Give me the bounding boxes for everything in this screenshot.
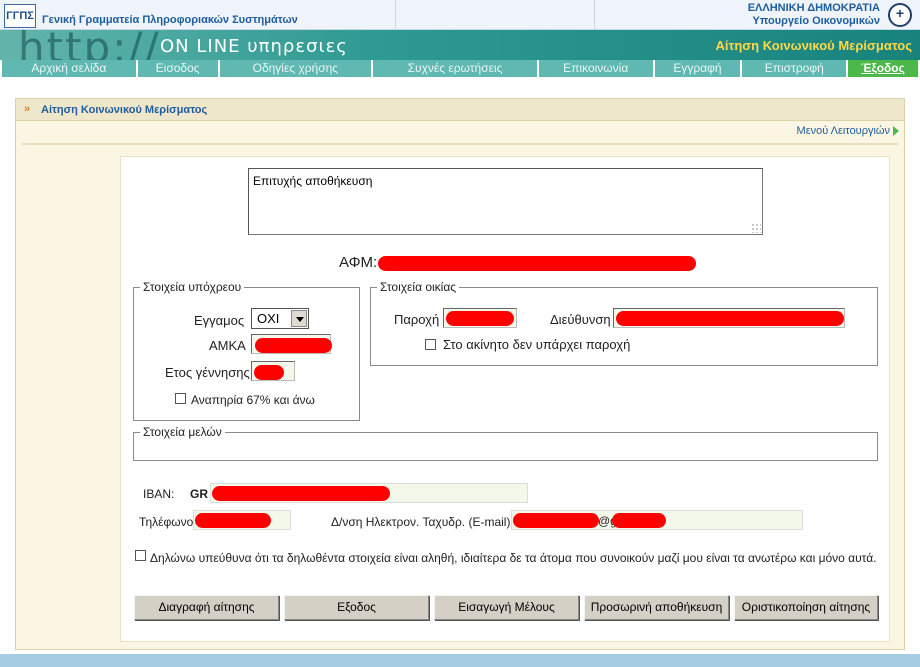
nav-login[interactable]: Εισοδος [137, 60, 218, 77]
no-supply-checkbox[interactable] [425, 339, 436, 350]
exit-button[interactable]: Εξοδος [284, 595, 429, 620]
play-arrow-icon[interactable] [893, 126, 899, 136]
disability-label: Αναπηρία 67% και άνω [191, 393, 315, 407]
nav-logout[interactable]: Έξοδος [848, 60, 918, 77]
delete-application-button[interactable]: Διαγραφή αίτησης [134, 595, 279, 620]
redacted-phone [195, 513, 271, 528]
nav-contact[interactable]: Επικοινωνία [538, 60, 653, 77]
obligor-legend: Στοιχεία υπόχρεου [143, 280, 242, 294]
redacted-birth-year [254, 365, 284, 380]
iban-prefix: GR [190, 487, 208, 501]
birth-year-label: Ετος γέννησης [165, 365, 250, 380]
banner: http:// ON LINE υπηρεσιες Αίτηση Κοινωνι… [0, 30, 920, 60]
banner-http-text: http:// [18, 30, 161, 60]
members-fieldset: Στοιχεία μελών [133, 425, 878, 461]
married-label: Εγγαμος [194, 313, 245, 328]
banner-page-title: Αίτηση Κοινωνικού Μερίσματος [715, 38, 912, 53]
finalize-application-button[interactable]: Οριστικοποίηση αίτησης [734, 595, 878, 620]
header-divider [395, 0, 396, 30]
redacted-email-domain [612, 513, 666, 528]
afm-label: ΑΦΜ: [339, 254, 378, 271]
panel-divider [22, 143, 898, 145]
temporary-save-button[interactable]: Προσωρινή αποθήκευση [584, 595, 729, 620]
no-supply-label: Στο ακίνητο δεν υπάρχει παροχή [443, 337, 631, 352]
disability-checkbox[interactable] [175, 393, 186, 404]
top-header: ΓΓΠΣ Γενική Γραμματεία Πληροφοριακών Συσ… [0, 0, 920, 30]
redacted-amka [255, 338, 332, 353]
members-legend: Στοιχεία μελών [143, 425, 222, 439]
footer-strip [0, 654, 920, 667]
ministry-label: Υπουργείο Οικονομικών [752, 15, 880, 27]
amka-label: ΑΜΚΑ [209, 338, 246, 353]
org-name: Γενική Γραμματεία Πληροφοριακών Συστημάτ… [42, 14, 298, 26]
nav-back[interactable]: Επιστροφή [742, 60, 847, 77]
redacted-email-user [513, 513, 599, 528]
gsis-logo[interactable]: ΓΓΠΣ [4, 4, 36, 28]
nav-register[interactable]: Εγγραφή [654, 60, 741, 77]
married-select[interactable]: ΟΧΙ [251, 308, 309, 329]
add-member-button[interactable]: Εισαγωγή Μέλους [434, 595, 579, 620]
iban-label: IBAN: [143, 487, 175, 501]
nav-faq[interactable]: Συχνές ερωτήσεις [373, 60, 537, 77]
declaration-text: Δηλώνω υπεύθυνα ότι τα δηλωθέντα στοιχεί… [150, 551, 877, 565]
redacted-iban [212, 486, 390, 501]
resize-grip-icon[interactable] [751, 223, 761, 233]
redacted-address [616, 311, 844, 326]
phone-label: Τηλέφωνο [139, 515, 194, 529]
greek-crest-icon [888, 3, 912, 27]
double-chevron-icon: » [24, 103, 31, 115]
functions-menu-link[interactable]: Μενού Λειτουργιών [797, 125, 890, 137]
chevron-down-icon[interactable] [291, 310, 307, 327]
email-label: Δ/νση Ηλεκτρον. Ταχυδρ. (E-mail) [331, 515, 511, 529]
republic-label: ΕΛΛΗΝΙΚΗ ΔΗΜΟΚΡΑΤΙΑ [747, 2, 880, 14]
redacted-supply [446, 311, 514, 326]
status-message-box[interactable]: Επιτυχής αποθήκευση [248, 168, 763, 235]
declaration-checkbox[interactable] [135, 550, 146, 561]
banner-slogan: ON LINE υπηρεσιες [160, 36, 348, 57]
panel-header: » Αίτηση Κοινωνικού Μερίσματος [16, 99, 904, 121]
main-nav: Αρχική σελίδα Εισοδος Οδηγίες χρήσης Συχ… [0, 60, 920, 78]
redacted-afm [378, 256, 696, 271]
status-message-text: Επιτυχής αποθήκευση [253, 174, 373, 188]
address-label: Διεύθυνση [550, 312, 611, 327]
nav-home[interactable]: Αρχική σελίδα [2, 60, 136, 77]
supply-label: Παροχή [394, 312, 440, 327]
header-divider [594, 0, 595, 30]
panel-title: Αίτηση Κοινωνικού Μερίσματος [41, 104, 208, 116]
married-select-value: ΟΧΙ [257, 311, 280, 326]
nav-instructions[interactable]: Οδηγίες χρήσης [219, 60, 372, 77]
house-legend: Στοιχεία οικίας [380, 280, 457, 294]
